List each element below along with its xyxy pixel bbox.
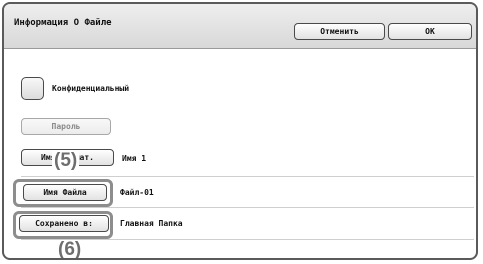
file-info-dialog: Информация О Файле Отменить OK Конфиденц… bbox=[2, 2, 478, 260]
callout-frame-6 bbox=[13, 211, 113, 239]
saved-to-value: Главная Папка bbox=[120, 219, 183, 228]
password-button: Пароль bbox=[21, 118, 111, 135]
divider bbox=[21, 207, 474, 208]
callout-label-5: (5) bbox=[52, 150, 80, 171]
format-name-value: Имя 1 bbox=[122, 154, 147, 163]
divider bbox=[21, 176, 474, 177]
dialog-title: Информация О Файле bbox=[14, 18, 112, 28]
ok-button[interactable]: OK bbox=[388, 23, 472, 40]
divider bbox=[21, 239, 474, 240]
callout-label-6: (6) bbox=[56, 239, 84, 260]
dialog-header: Информация О Файле Отменить OK bbox=[4, 4, 476, 49]
confidential-checkbox[interactable] bbox=[21, 77, 44, 100]
callout-frame-5 bbox=[13, 179, 113, 207]
cancel-button[interactable]: Отменить bbox=[294, 23, 385, 40]
confidential-label: Конфиденциальный bbox=[52, 84, 130, 93]
file-name-value: Файл-01 bbox=[120, 188, 154, 197]
